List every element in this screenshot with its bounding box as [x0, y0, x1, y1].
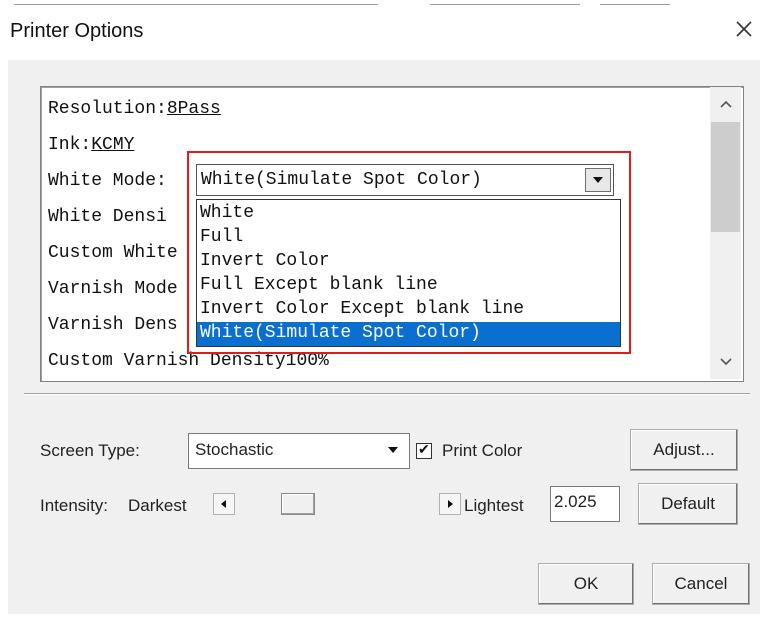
- screen-type-label: Screen Type:: [40, 441, 140, 460]
- default-button[interactable]: Default: [638, 483, 738, 525]
- property-label: White Mode:: [48, 171, 167, 191]
- property-row-white-mode[interactable]: White Mode:: [48, 171, 167, 191]
- print-color-checkbox[interactable]: ✔: [416, 441, 432, 459]
- divider: [24, 393, 750, 395]
- annotation-highlight-box: [187, 151, 631, 354]
- intensity-slider[interactable]: [213, 493, 461, 515]
- intensity-value-field[interactable]: 2.025: [550, 486, 620, 522]
- checkmark-icon: ✔: [418, 441, 430, 457]
- property-label: White Densi: [48, 207, 167, 227]
- property-label: Custom White: [48, 243, 178, 263]
- scrollbar-thumb[interactable]: [711, 122, 740, 232]
- property-value[interactable]: 100%: [286, 351, 329, 371]
- adjust-button[interactable]: Adjust...: [630, 429, 738, 471]
- property-row-custom-varnish-density[interactable]: Custom Varnish Density100%: [48, 351, 329, 371]
- property-row-ink[interactable]: Ink:KCMY: [48, 135, 134, 155]
- property-value[interactable]: KCMY: [91, 135, 134, 155]
- property-label: Varnish Dens: [48, 315, 178, 335]
- scroll-up-icon[interactable]: [711, 89, 740, 119]
- property-label: Ink:: [48, 135, 92, 155]
- dialog-title: Printer Options: [10, 20, 144, 42]
- screen-type-select[interactable]: Stochastic: [188, 433, 410, 469]
- scroll-down-icon[interactable]: [711, 347, 740, 377]
- property-value[interactable]: 8Pass: [167, 99, 221, 119]
- property-row-custom-white[interactable]: Custom White: [48, 243, 178, 263]
- ok-button[interactable]: OK: [538, 563, 634, 605]
- property-row-resolution[interactable]: Resolution:8Pass: [48, 99, 221, 119]
- intensity-slider-thumb[interactable]: [281, 493, 315, 515]
- screen-type-value: Stochastic: [195, 440, 274, 459]
- close-icon[interactable]: [732, 17, 756, 41]
- scroll-left-icon[interactable]: [213, 493, 235, 515]
- property-label: Resolution:: [48, 99, 167, 119]
- cancel-button[interactable]: Cancel: [652, 563, 750, 605]
- property-row-white-density[interactable]: White Densi: [48, 207, 167, 227]
- window-top-border: [0, 0, 768, 6]
- property-row-varnish-density[interactable]: Varnish Dens: [48, 315, 178, 335]
- property-label: Varnish Mode: [48, 279, 178, 299]
- intensity-label: Intensity:: [40, 496, 109, 515]
- print-color-label[interactable]: Print Color: [442, 441, 522, 461]
- chevron-down-icon[interactable]: [379, 436, 407, 464]
- property-row-varnish-mode[interactable]: Varnish Mode: [48, 279, 178, 299]
- lightest-label: Lightest: [464, 496, 524, 515]
- screen-settings: Screen Type: Stochastic ✔ Print Color Ad…: [24, 405, 750, 545]
- property-label: Custom Varnish Density: [48, 351, 286, 371]
- darkest-label: Darkest: [128, 496, 187, 515]
- scroll-right-icon[interactable]: [439, 493, 461, 515]
